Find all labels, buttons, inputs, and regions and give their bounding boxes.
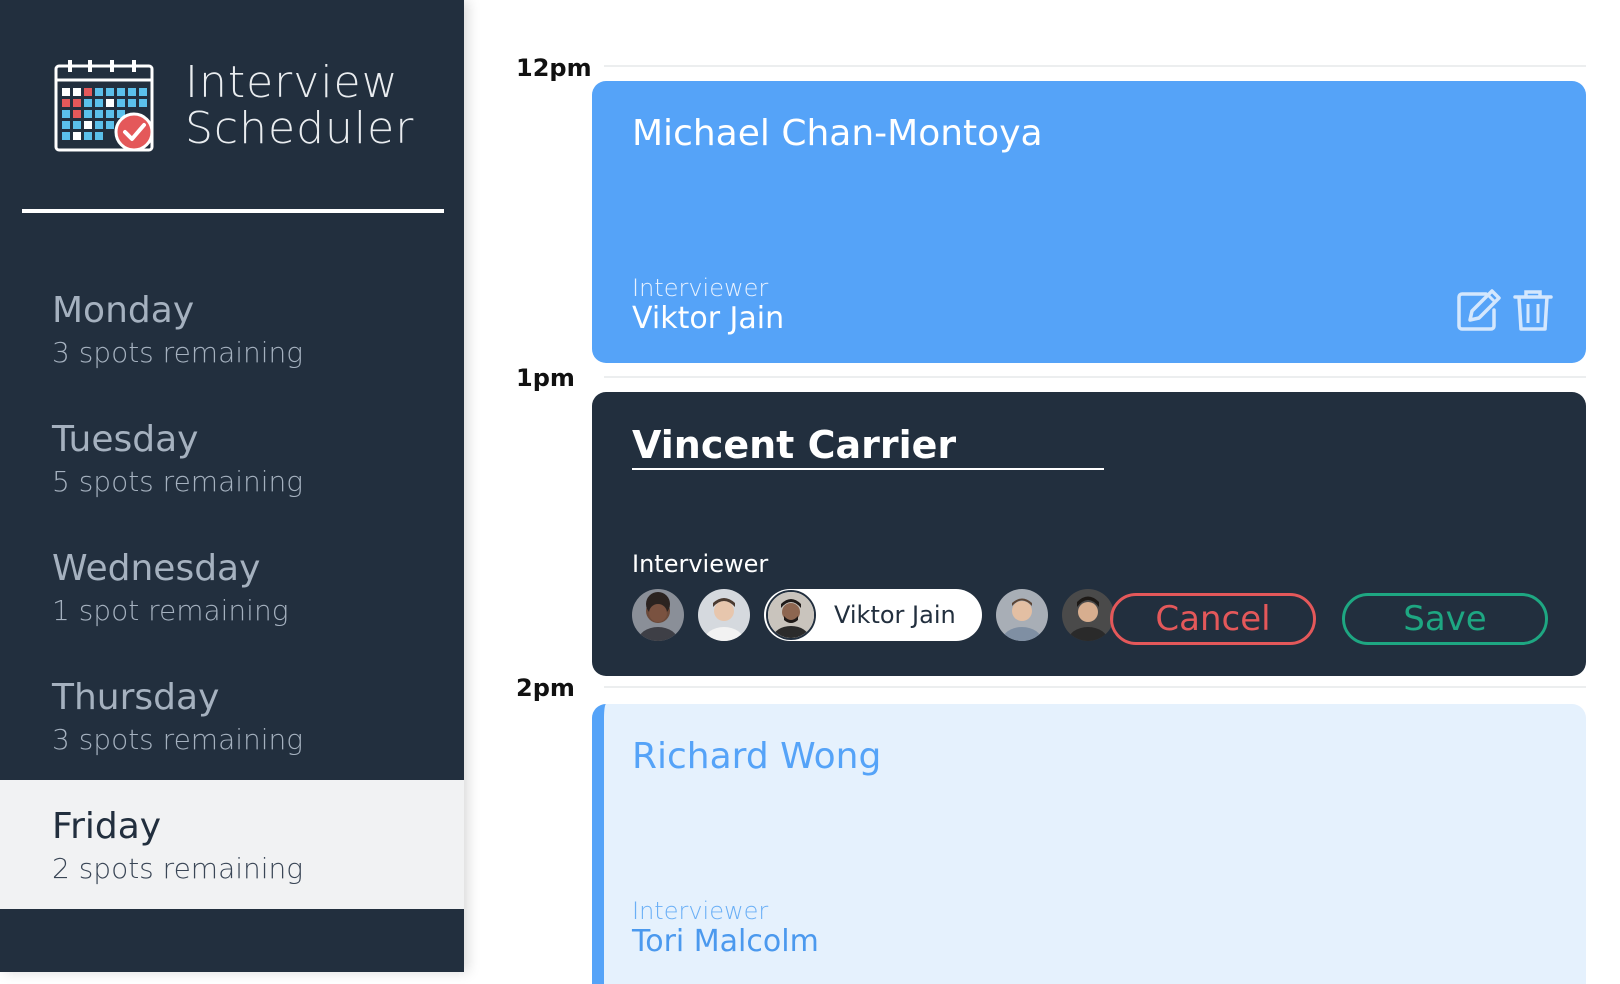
day-item-tuesday[interactable]: Tuesday 5 spots remaining (0, 393, 464, 522)
day-item-thursday[interactable]: Thursday 3 spots remaining (0, 651, 464, 780)
day-name: Tuesday (52, 419, 199, 460)
time-divider (604, 686, 1586, 688)
app-title-line-2: Scheduler (185, 103, 415, 154)
interviewer-avatar[interactable] (1061, 589, 1114, 641)
interviewer-label: Interviewer (632, 897, 769, 925)
sidebar-divider (22, 209, 444, 213)
day-spots: 5 spots remaining (52, 465, 304, 498)
time-label-2pm: 2pm (516, 674, 575, 702)
day-item-monday[interactable]: Monday 3 spots remaining (0, 264, 464, 393)
day-name: Thursday (52, 677, 220, 718)
app-title: Interview Scheduler (185, 60, 414, 152)
interviewer-label: Interviewer (632, 274, 769, 302)
interviewer-name: Tori Malcolm (632, 924, 819, 959)
time-divider (604, 65, 1586, 67)
interviewer-avatar[interactable] (698, 589, 750, 641)
student-name: Richard Wong (632, 736, 882, 777)
interviewer-list: Viktor Jain (632, 588, 1128, 642)
selected-interviewer-name: Viktor Jain (834, 601, 956, 629)
app-title-line-1: Interview (185, 57, 399, 108)
interviewer-avatar (766, 590, 816, 640)
interviewer-label: Interviewer (632, 550, 769, 578)
appointment-card-booked: Michael Chan-Montoya Interviewer Viktor … (592, 81, 1586, 363)
day-name: Wednesday (52, 548, 261, 589)
day-spots: 2 spots remaining (52, 852, 304, 885)
student-name: Michael Chan-Montoya (632, 113, 1043, 154)
day-item-friday[interactable]: Friday 2 spots remaining (0, 780, 464, 909)
sidebar: Interview Scheduler Monday 3 spots remai… (0, 0, 464, 972)
interviewer-avatar[interactable] (995, 589, 1048, 641)
day-list: Monday 3 spots remaining Tuesday 5 spots… (0, 264, 464, 909)
student-name-input[interactable] (632, 422, 1104, 470)
time-label-1pm: 1pm (516, 364, 575, 392)
day-item-wednesday[interactable]: Wednesday 1 spot remaining (0, 522, 464, 651)
save-button[interactable]: Save (1342, 593, 1548, 645)
interviewer-name: Viktor Jain (632, 301, 785, 336)
calendar-check-icon (54, 60, 154, 152)
interviewer-selected[interactable]: Viktor Jain (764, 589, 982, 641)
day-spots: 3 spots remaining (52, 723, 304, 756)
edit-icon[interactable] (1456, 288, 1502, 332)
day-name: Friday (52, 806, 162, 847)
day-spots: 3 spots remaining (52, 336, 304, 369)
time-divider (604, 376, 1586, 378)
appointment-card-booked: Richard Wong Interviewer Tori Malcolm (592, 704, 1586, 984)
cancel-button[interactable]: Cancel (1110, 593, 1316, 645)
appointment-card-editing: Interviewer Viktor Jain Cancel Save (592, 392, 1586, 676)
time-label-12pm: 12pm (516, 54, 592, 82)
interviewer-avatar[interactable] (632, 589, 684, 641)
day-spots: 1 spot remaining (52, 594, 289, 627)
trash-icon[interactable] (1510, 288, 1556, 332)
day-name: Monday (52, 290, 195, 331)
